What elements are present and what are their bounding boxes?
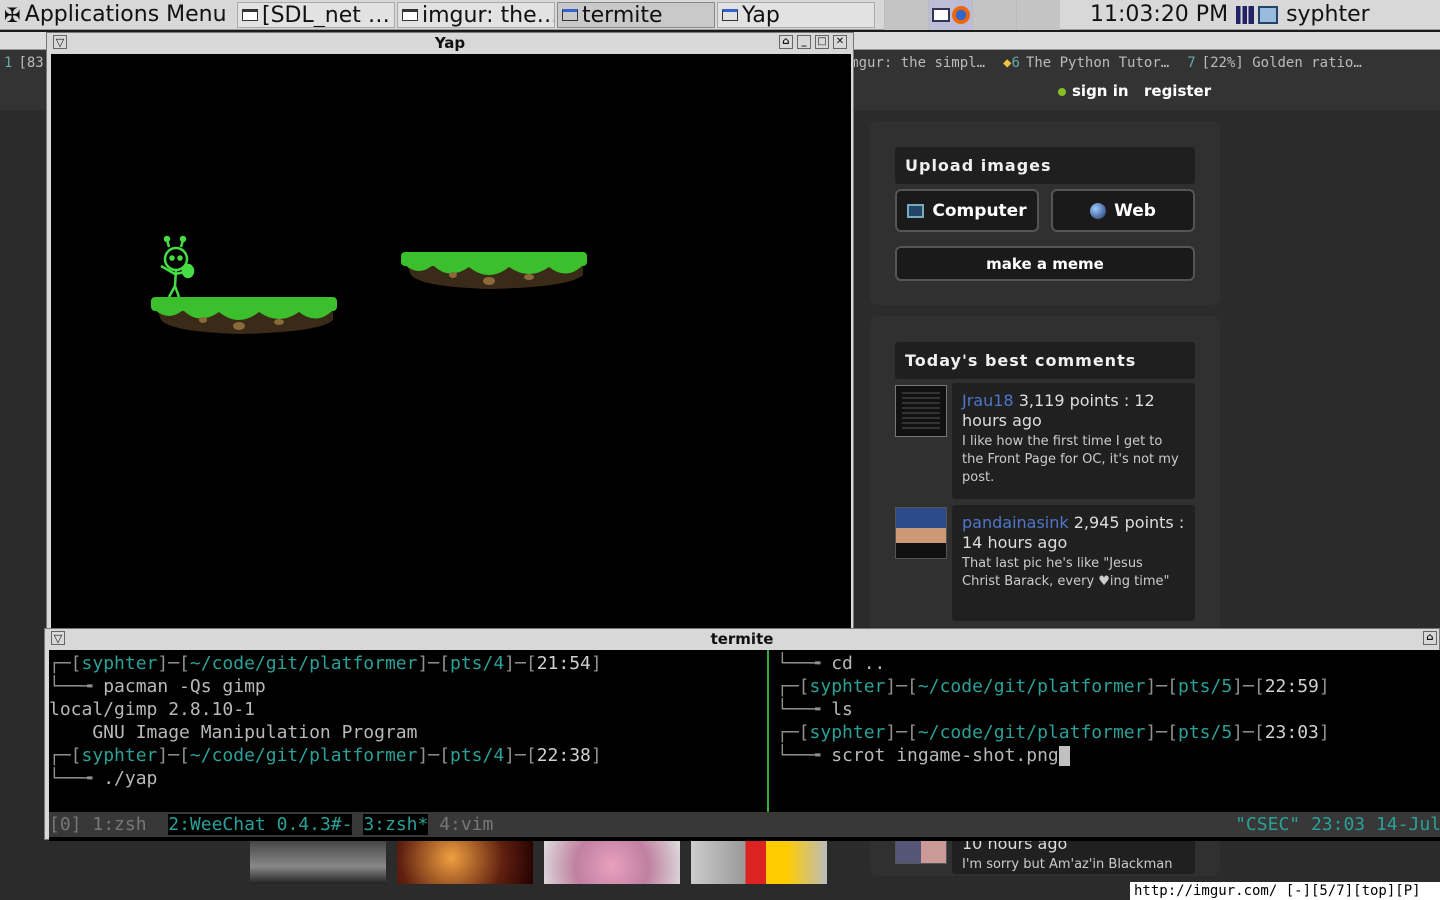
- output-line: local/gimp 2.8.10-1: [49, 699, 255, 720]
- workspace-pager: [884, 0, 1060, 30]
- system-tray: [1236, 0, 1279, 29]
- comment-text: I like how the first time I get to the F…: [962, 434, 1179, 485]
- tmux-pane-right[interactable]: └──╼ cd .. ┌─[syphter]─[~/code/git/platf…: [777, 652, 1330, 767]
- text-cursor: [1058, 746, 1070, 766]
- command-line: └──╼ pacman -Qs gimp: [49, 676, 266, 697]
- shade-icon[interactable]: ⌂: [779, 35, 793, 49]
- gallery-image[interactable]: [250, 840, 386, 884]
- firefox-icon: [951, 6, 970, 24]
- register-link[interactable]: register: [1144, 82, 1211, 100]
- monitor-icon: [907, 203, 925, 218]
- task-yap[interactable]: Yap: [717, 2, 875, 28]
- command-line: └──╼ ls: [777, 699, 853, 720]
- window-menu-icon[interactable]: ▽: [51, 631, 65, 645]
- terminal-icon: [242, 9, 258, 21]
- signal-icon[interactable]: [1236, 5, 1255, 24]
- game-canvas[interactable]: [51, 54, 851, 639]
- maximize-icon[interactable]: □: [815, 35, 829, 49]
- mouse-logo-icon: ✠: [4, 2, 21, 27]
- workspace-2[interactable]: [928, 0, 972, 30]
- gallery-image[interactable]: [691, 840, 827, 884]
- window-icon: [562, 9, 578, 21]
- comments-heading: Today's best comments: [895, 342, 1195, 379]
- prompt-line: ┌─[syphter]─[~/code/git/platformer]─[pts…: [49, 745, 602, 766]
- workspace-3[interactable]: [972, 0, 1016, 30]
- window-title: Yap: [434, 34, 466, 52]
- comment-item: pandainasink 2,945 points : 14 hours ago…: [895, 505, 1195, 623]
- browser-tab-golden[interactable]: 7 [22%] Golden ratio…: [1187, 55, 1362, 71]
- prompt-line: ┌─[syphter]─[~/code/git/platformer]─[pts…: [777, 722, 1330, 743]
- command-line: └──╼ scrot ingame-shot.png: [777, 744, 1330, 767]
- tmux-window-4[interactable]: 4:vim: [439, 814, 493, 835]
- browser-status-line: http://imgur.com/ [-][5/7][top][P]: [1130, 882, 1440, 900]
- applications-menu[interactable]: ✠ Applications Menu: [0, 0, 236, 29]
- make-meme-button[interactable]: make a meme: [895, 246, 1195, 281]
- upload-computer-button[interactable]: Computer: [895, 189, 1039, 232]
- globe-icon: [1090, 202, 1107, 219]
- workspace-4[interactable]: [1016, 0, 1060, 30]
- upload-panel: Upload images Computer Web make a meme: [870, 121, 1220, 305]
- tmux-status-bar: [0] 1:zsh 2:WeeChat 0.4.3#- 3:zsh* 4:vim…: [49, 812, 1440, 837]
- termite-window: ▽ termite ⌂ ┌─[syphter]─[~/code/git/plat…: [44, 628, 1440, 841]
- comment-thumbnail[interactable]: [895, 385, 947, 437]
- network-icon[interactable]: [1258, 5, 1279, 24]
- terminal-area[interactable]: ┌─[syphter]─[~/code/git/platformer]─[pts…: [49, 650, 1440, 841]
- pane-divider[interactable]: [767, 650, 769, 812]
- tmux-session: [0]: [49, 814, 82, 835]
- window-title: termite: [710, 630, 774, 648]
- sign-in-link[interactable]: sign in: [1058, 82, 1129, 100]
- browser-tab-imgur[interactable]: imgur: the simpl…: [842, 55, 985, 71]
- minimize-icon[interactable]: _: [797, 35, 811, 49]
- user-name[interactable]: syphter: [1286, 0, 1370, 29]
- platform: [401, 252, 587, 289]
- yap-window: ▽ Yap ⌂ _ □ ✕: [46, 32, 854, 639]
- gallery-image[interactable]: [397, 840, 533, 884]
- comment-item: Jrau18 3,119 points : 12 hours ago I lik…: [895, 383, 1195, 501]
- comment-thumbnail[interactable]: [895, 507, 947, 559]
- command-line: └──╼ ./yap: [49, 768, 158, 789]
- termite-titlebar[interactable]: ▽ termite ⌂: [45, 629, 1439, 649]
- online-dot-icon: [1058, 88, 1066, 96]
- window-menu-icon[interactable]: ▽: [53, 35, 67, 49]
- upload-web-button[interactable]: Web: [1051, 189, 1195, 232]
- yap-titlebar[interactable]: ▽ Yap ⌂ _ □ ✕: [47, 33, 853, 53]
- task-termite[interactable]: termite: [557, 2, 715, 28]
- top-panel: ✠ Applications Menu [SDL_net … imgur: th…: [0, 0, 1440, 30]
- gallery-image[interactable]: [544, 840, 680, 884]
- comment-text: I'm sorry but Am'az'in Blackman: [962, 857, 1173, 872]
- game-scene: [151, 235, 587, 334]
- window-icon: [722, 9, 738, 21]
- window-thumb-icon: [931, 8, 950, 22]
- tmux-status-right: "CSEC" 23:03 14-Jul: [1235, 814, 1440, 835]
- terminal-icon: [402, 9, 418, 21]
- task-sdl-net[interactable]: [SDL_net …: [237, 2, 395, 28]
- desktop: 1 [83 imgur: the simpl… ◆6 The Python Tuto…: [0, 0, 1440, 900]
- gallery-strip: [250, 840, 830, 884]
- upload-heading: Upload images: [895, 147, 1195, 184]
- player-character: [160, 235, 195, 298]
- output-line: GNU Image Manipulation Program: [49, 722, 418, 743]
- clock[interactable]: 11:03:20 PM: [1090, 0, 1228, 29]
- tmux-pane-left[interactable]: ┌─[syphter]─[~/code/git/platformer]─[pts…: [49, 652, 602, 790]
- shade-icon[interactable]: ⌂: [1423, 631, 1437, 645]
- comment-user[interactable]: Jrau18: [962, 391, 1014, 410]
- comment-user[interactable]: pandainasink: [962, 513, 1069, 532]
- prompt-line: ┌─[syphter]─[~/code/git/platformer]─[pts…: [49, 653, 602, 674]
- browser-tab-1[interactable]: 1 [83: [4, 55, 44, 71]
- tmux-window-3[interactable]: 3:zsh*: [363, 814, 429, 835]
- tmux-window-1[interactable]: 1:zsh: [92, 814, 146, 835]
- comment-text: That last pic he's like "Jesus Christ Ba…: [962, 556, 1170, 589]
- workspace-1[interactable]: [884, 0, 928, 30]
- close-icon[interactable]: ✕: [833, 35, 847, 49]
- tmux-window-2[interactable]: 2:WeeChat 0.4.3#-: [168, 814, 353, 835]
- prompt-line: ┌─[syphter]─[~/code/git/platformer]─[pts…: [777, 676, 1330, 697]
- command-line: └──╼ cd ..: [777, 653, 886, 674]
- task-imgur[interactable]: imgur: the…: [397, 2, 555, 28]
- browser-tab-python[interactable]: ◆6 The Python Tutor…: [1003, 55, 1169, 71]
- platform: [151, 297, 337, 334]
